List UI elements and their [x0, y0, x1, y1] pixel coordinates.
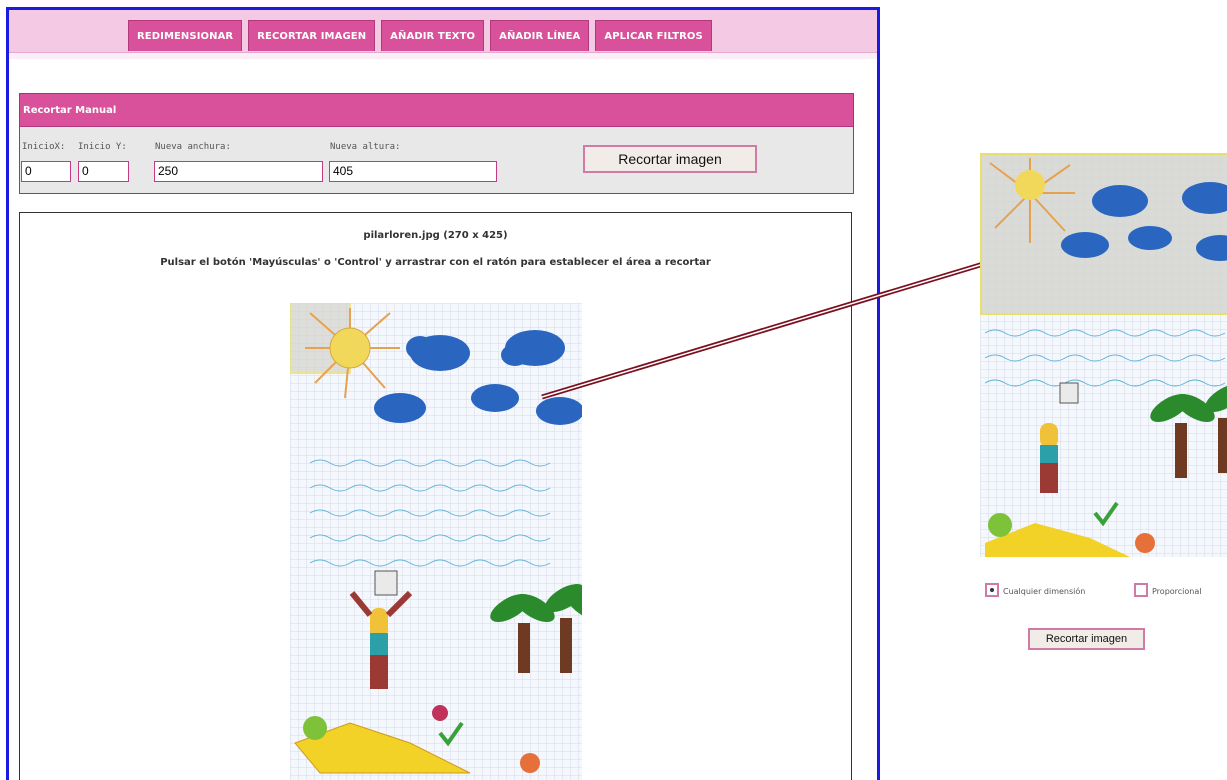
new-height-input[interactable]: 405	[329, 161, 497, 182]
tab-bar: REDIMENSIONAR RECORTAR IMAGEN AÑADIR TEX…	[9, 10, 877, 53]
tab-apply-filters[interactable]: APLICAR FILTROS	[595, 20, 712, 51]
tab-add-text[interactable]: AÑADIR TEXTO	[381, 20, 485, 51]
preview-crop-image-button[interactable]: Recortar imagen	[1028, 628, 1145, 650]
start-x-input[interactable]: 0	[21, 161, 71, 182]
start-y-input[interactable]: 0	[78, 161, 129, 182]
proportional-label: Proporcional	[1152, 587, 1202, 596]
tab-resize[interactable]: REDIMENSIONAR	[128, 20, 243, 51]
image-filename: pilarloren.jpg (270 x 425)	[363, 230, 508, 241]
new-width-input[interactable]: 250	[154, 161, 323, 182]
tab-bar-strip	[9, 53, 877, 59]
start-y-label: Inicio Y:	[78, 142, 127, 152]
tab-list: REDIMENSIONAR RECORTAR IMAGEN AÑADIR TEX…	[128, 20, 712, 51]
tab-add-line[interactable]: AÑADIR LÍNEA	[490, 20, 590, 51]
manual-crop-title: Recortar Manual	[20, 94, 853, 127]
cropped-preview-image	[980, 153, 1227, 557]
editor-window: REDIMENSIONAR RECORTAR IMAGEN AÑADIR TEX…	[6, 7, 880, 780]
new-width-label: Nueva anchura:	[155, 142, 231, 152]
radio-selected-icon	[990, 588, 994, 592]
tab-crop-image[interactable]: RECORTAR IMAGEN	[248, 20, 376, 51]
start-x-label: InicioX:	[22, 142, 66, 152]
any-dimension-label: Cualquier dimensión	[1003, 587, 1086, 596]
crop-instructions: Pulsar el botón 'Mayúsculas' o 'Control'…	[160, 257, 711, 268]
proportional-radio[interactable]	[1134, 583, 1148, 597]
image-canvas-area: pilarloren.jpg (270 x 425) Pulsar el bot…	[19, 212, 852, 780]
crop-image-button[interactable]: Recortar imagen	[583, 145, 757, 173]
any-dimension-radio[interactable]	[985, 583, 999, 597]
manual-crop-panel: Recortar Manual InicioX: Inicio Y: Nueva…	[19, 93, 854, 194]
source-image[interactable]	[290, 303, 582, 780]
new-height-label: Nueva altura:	[330, 142, 401, 152]
